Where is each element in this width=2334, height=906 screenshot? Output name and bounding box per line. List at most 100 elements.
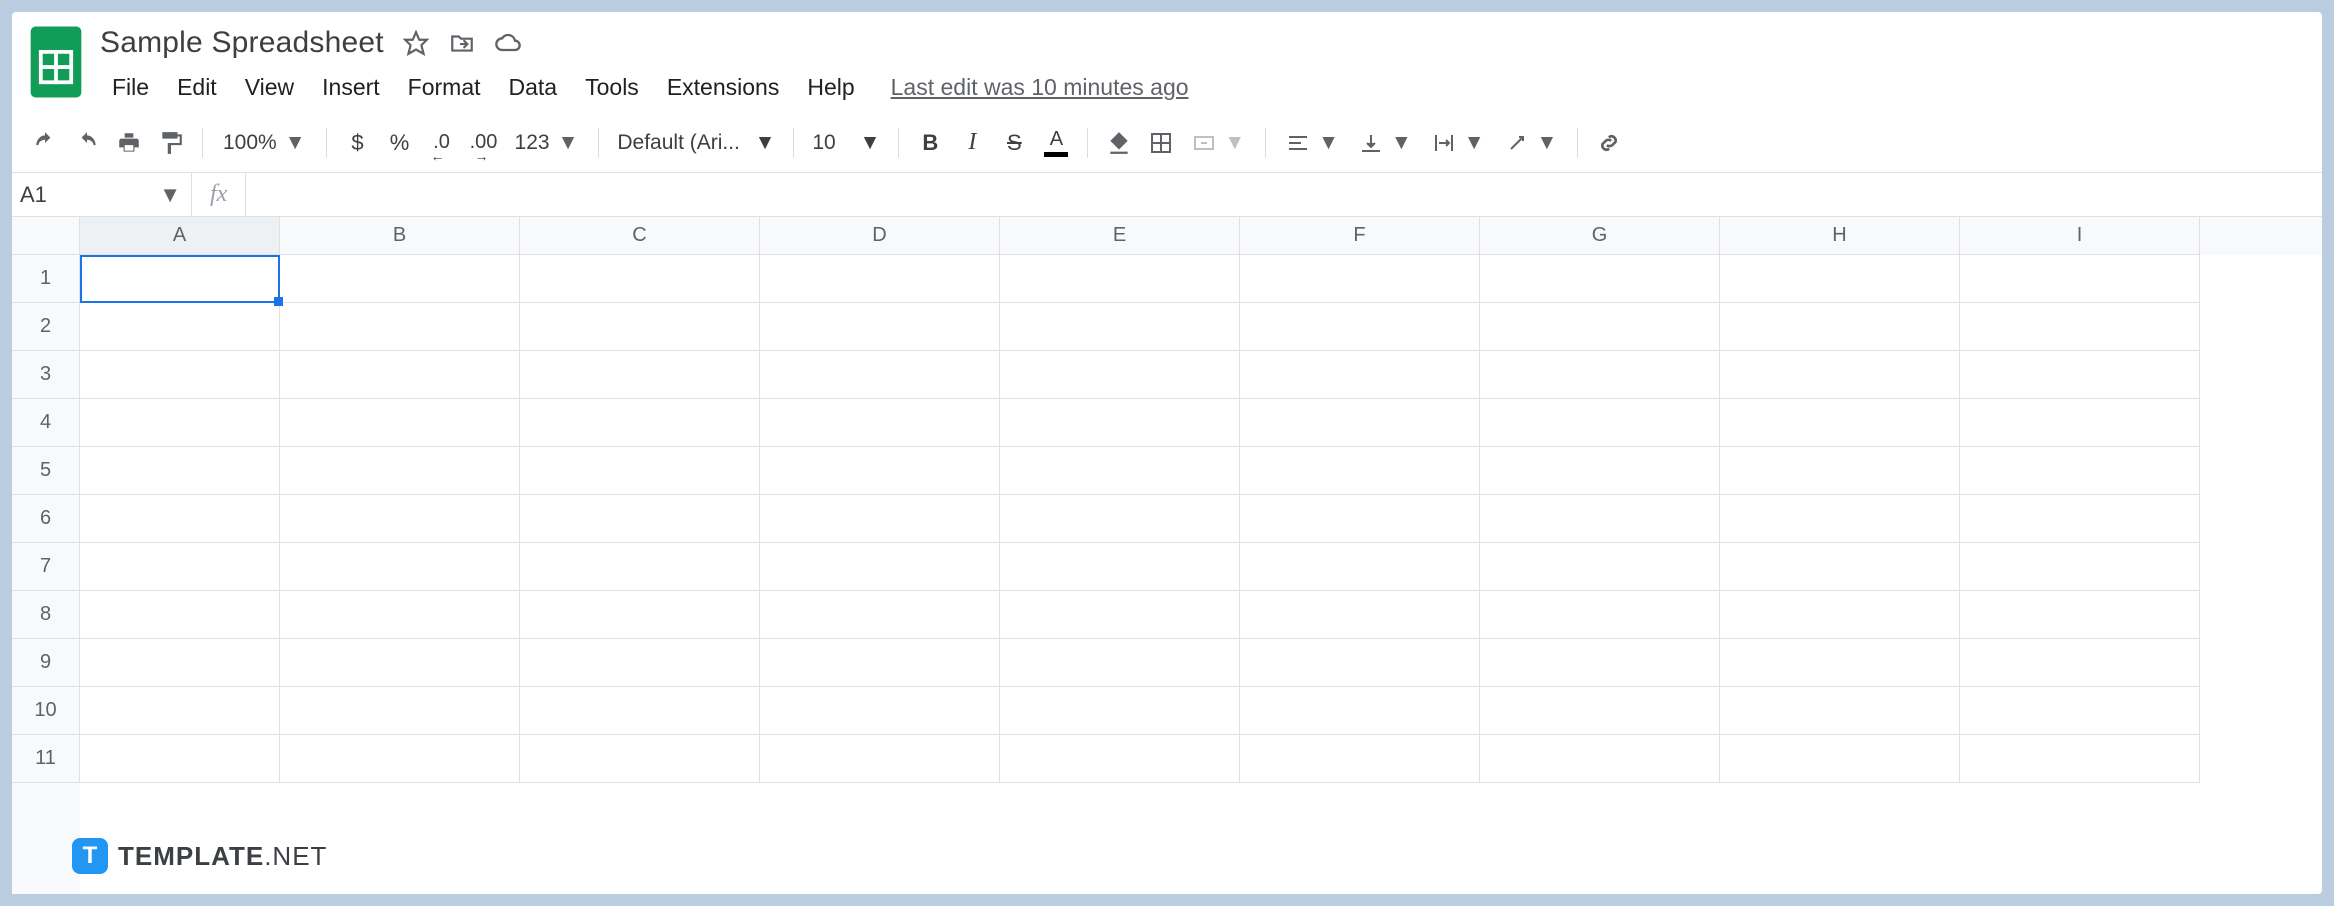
cell[interactable]: [1960, 351, 2200, 399]
cell[interactable]: [1000, 591, 1240, 639]
star-icon[interactable]: [402, 29, 430, 57]
cell[interactable]: [1480, 255, 1720, 303]
cell[interactable]: [1960, 495, 2200, 543]
row-header[interactable]: 4: [12, 399, 80, 447]
cell[interactable]: [760, 399, 1000, 447]
menu-edit[interactable]: Edit: [163, 68, 231, 107]
cell[interactable]: [520, 351, 760, 399]
increase-decimal-button[interactable]: .00 →: [465, 124, 503, 162]
merge-cells-dropdown[interactable]: ▼: [1184, 131, 1253, 155]
column-header[interactable]: I: [1960, 217, 2200, 255]
cell[interactable]: [1720, 351, 1960, 399]
cloud-status-icon[interactable]: [494, 29, 522, 57]
cell[interactable]: [1240, 687, 1480, 735]
italic-button[interactable]: I: [953, 124, 991, 162]
cell[interactable]: [1720, 495, 1960, 543]
cell[interactable]: [760, 255, 1000, 303]
cell[interactable]: [1720, 591, 1960, 639]
cell[interactable]: [1960, 687, 2200, 735]
cell[interactable]: [280, 639, 520, 687]
menu-insert[interactable]: Insert: [308, 68, 394, 107]
cell[interactable]: [520, 735, 760, 783]
cell[interactable]: [1480, 591, 1720, 639]
cell[interactable]: [1000, 447, 1240, 495]
horizontal-align-dropdown[interactable]: ▼: [1278, 131, 1347, 155]
insert-link-button[interactable]: [1590, 124, 1628, 162]
cell[interactable]: [80, 687, 280, 735]
cell[interactable]: [280, 399, 520, 447]
cell[interactable]: [1960, 639, 2200, 687]
cell[interactable]: [1480, 447, 1720, 495]
column-header[interactable]: H: [1720, 217, 1960, 255]
cell[interactable]: [1480, 639, 1720, 687]
strikethrough-button[interactable]: S: [995, 124, 1033, 162]
cell[interactable]: [760, 735, 1000, 783]
cell[interactable]: [1000, 735, 1240, 783]
cell[interactable]: [1240, 399, 1480, 447]
column-header[interactable]: G: [1480, 217, 1720, 255]
cell[interactable]: [520, 399, 760, 447]
text-wrap-dropdown[interactable]: ▼: [1424, 131, 1493, 155]
cell[interactable]: [760, 591, 1000, 639]
undo-button[interactable]: [26, 124, 64, 162]
cell[interactable]: [1480, 735, 1720, 783]
vertical-align-dropdown[interactable]: ▼: [1351, 131, 1420, 155]
format-currency-button[interactable]: $: [339, 124, 377, 162]
cell[interactable]: [80, 303, 280, 351]
cell[interactable]: [80, 399, 280, 447]
cell[interactable]: [280, 303, 520, 351]
cell[interactable]: [1240, 495, 1480, 543]
cell[interactable]: [280, 543, 520, 591]
cell[interactable]: [1720, 399, 1960, 447]
cell[interactable]: [1960, 255, 2200, 303]
cell[interactable]: [520, 495, 760, 543]
cell[interactable]: [280, 591, 520, 639]
menu-data[interactable]: Data: [495, 68, 572, 107]
print-button[interactable]: [110, 124, 148, 162]
cell[interactable]: [80, 591, 280, 639]
more-formats-dropdown[interactable]: 123 ▼: [507, 131, 587, 155]
cell[interactable]: [1480, 687, 1720, 735]
cell[interactable]: [520, 303, 760, 351]
menu-tools[interactable]: Tools: [571, 68, 653, 107]
cell[interactable]: [280, 687, 520, 735]
font-family-dropdown[interactable]: Default (Ari... ▼: [611, 131, 781, 155]
cell[interactable]: [1480, 495, 1720, 543]
cell[interactable]: [1720, 639, 1960, 687]
row-header[interactable]: 6: [12, 495, 80, 543]
bold-button[interactable]: B: [911, 124, 949, 162]
cell[interactable]: [760, 687, 1000, 735]
cell[interactable]: [760, 495, 1000, 543]
cell[interactable]: [520, 639, 760, 687]
menu-format[interactable]: Format: [394, 68, 495, 107]
cell[interactable]: [80, 543, 280, 591]
cell[interactable]: [1000, 399, 1240, 447]
cell[interactable]: [760, 639, 1000, 687]
cell[interactable]: [80, 639, 280, 687]
cell[interactable]: [1720, 255, 1960, 303]
cell[interactable]: [1480, 543, 1720, 591]
move-folder-icon[interactable]: [448, 29, 476, 57]
sheets-logo[interactable]: [26, 22, 86, 102]
select-all-corner[interactable]: [12, 217, 80, 255]
redo-button[interactable]: [68, 124, 106, 162]
column-header[interactable]: D: [760, 217, 1000, 255]
cell[interactable]: [1000, 351, 1240, 399]
cell[interactable]: [1960, 543, 2200, 591]
cell[interactable]: [1240, 735, 1480, 783]
cell[interactable]: [1000, 255, 1240, 303]
cell[interactable]: [1960, 591, 2200, 639]
formula-input[interactable]: [246, 173, 2322, 216]
row-header[interactable]: 9: [12, 639, 80, 687]
cell[interactable]: [1720, 303, 1960, 351]
row-header[interactable]: 7: [12, 543, 80, 591]
cell[interactable]: [1720, 447, 1960, 495]
row-header[interactable]: 3: [12, 351, 80, 399]
zoom-dropdown[interactable]: 100% ▼: [215, 131, 314, 155]
cell[interactable]: [520, 591, 760, 639]
cell[interactable]: [1240, 303, 1480, 351]
cell[interactable]: [1960, 303, 2200, 351]
menu-help[interactable]: Help: [793, 68, 868, 107]
cell[interactable]: [520, 255, 760, 303]
cell[interactable]: [1240, 639, 1480, 687]
